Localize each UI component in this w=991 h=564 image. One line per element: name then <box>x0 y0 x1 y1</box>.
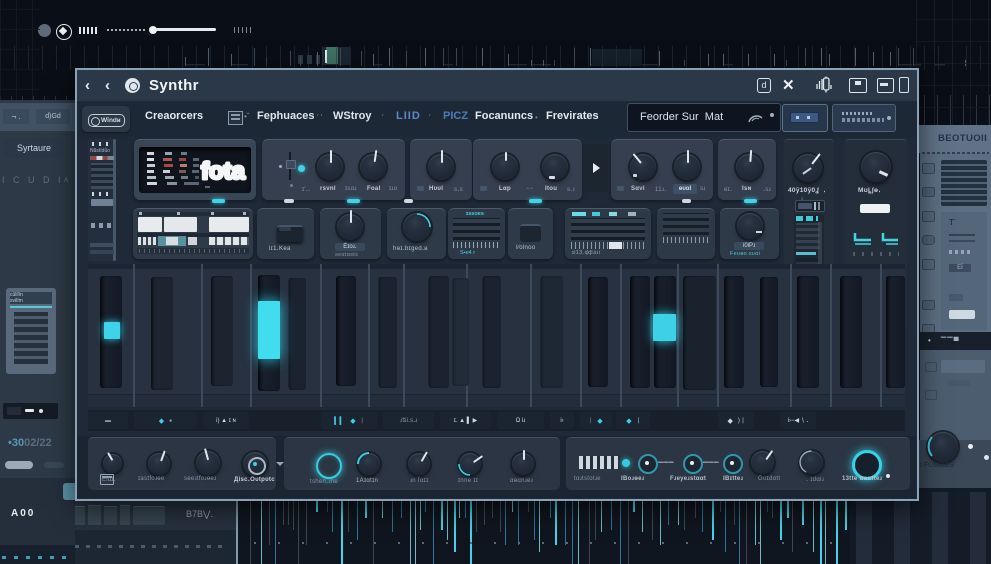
svg-text:fota: fota <box>201 158 246 185</box>
